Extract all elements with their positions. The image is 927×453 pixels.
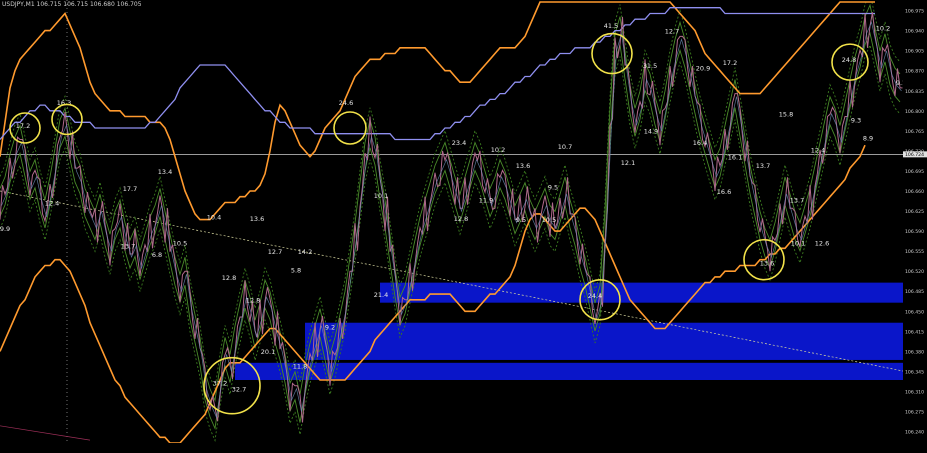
annotation-label: 9.5: [548, 183, 558, 191]
annotation-label: 12.7: [665, 28, 679, 36]
y-tick-label: 106.835: [905, 89, 924, 95]
y-tick-label: 106.625: [905, 209, 924, 215]
annotation-label: 13.6: [760, 259, 774, 267]
support-zone-2: [235, 362, 905, 380]
y-tick-label: 106.870: [905, 69, 924, 75]
annotation-label: 13.7: [790, 196, 804, 204]
annotation-label: 20.9: [696, 65, 710, 73]
annotation-label: 10.5: [173, 239, 187, 247]
annotation-label: 10.2: [876, 25, 890, 33]
y-tick-label: 106.940: [905, 29, 924, 35]
annotation-label: 13.4: [158, 168, 172, 176]
annotation-label: 31.5: [643, 62, 657, 70]
annotation-label: 16.4: [693, 139, 707, 147]
y-tick-label: 106.800: [905, 109, 924, 115]
y-tick-label: 106.485: [905, 289, 924, 295]
chart-window: 17.2 16.3 24.6 41.5 31.5 12.7 20.9 17.2 24.8 10.2…: [0, 0, 927, 453]
y-tick-label: 106.765: [905, 129, 924, 135]
annotation-label: 12.7: [268, 248, 282, 256]
annotation-label: 11.9: [479, 196, 493, 204]
annotation-label: 13.7: [121, 242, 135, 250]
time-axis: [0, 443, 927, 453]
annotation-label: 41.5: [604, 22, 618, 30]
annotation-label: 24.4: [588, 292, 602, 300]
annotation-label: 10.1: [791, 239, 805, 247]
y-tick-label: 106.905: [905, 49, 924, 55]
y-tick-label: 106.275: [905, 410, 924, 416]
zones-layer: [235, 282, 905, 380]
y-tick-label: 106.695: [905, 169, 924, 175]
annotation-label: 9.2: [325, 324, 335, 332]
annotation-label: 23.4: [452, 139, 466, 147]
annotation-label: 12.1: [621, 159, 635, 167]
annotation-label: 16.1: [728, 154, 742, 162]
annotation-label: 13.6: [516, 162, 530, 170]
annotation-label: 10.2: [491, 146, 505, 154]
annotation-label: 9.5: [516, 216, 526, 224]
annotation-label: 5.8: [291, 266, 301, 274]
annotation-label: 13.6: [250, 215, 264, 223]
annotation-label: 15.8: [779, 111, 793, 119]
annotation-label: 21.4: [374, 291, 388, 299]
annotation-label: 20.1: [261, 348, 275, 356]
y-tick-label: 106.450: [905, 309, 924, 315]
annotation-label: 12.8: [222, 274, 236, 282]
y-tick-label: 106.380: [905, 349, 924, 355]
annotation-label: 6.8: [152, 251, 162, 259]
annotation-label: 32.7: [232, 385, 246, 393]
annotation-label: 37.2: [213, 380, 227, 388]
annotation-label: 12.6: [815, 239, 829, 247]
annotation-label: 10.1: [374, 192, 388, 200]
current-price-label: 106.724: [905, 152, 924, 158]
annotation-label: 14.9: [644, 128, 658, 136]
y-tick-label: 106.345: [905, 369, 924, 375]
annotation-label: 12.8: [246, 297, 260, 305]
annotation-label: 24.8: [842, 56, 856, 64]
y-tick-label: 106.555: [905, 249, 924, 255]
annotation-label: 17.2: [16, 122, 30, 130]
y-tick-label: 106.415: [905, 329, 924, 335]
moving-average-line: [0, 7, 875, 141]
price-line: [0, 12, 903, 423]
price-axis-ticks: 106.975 106.940 106.905 106.870 106.835 106.8…: [903, 9, 927, 436]
y-tick-label: 106.310: [905, 389, 924, 395]
annotation-label: 11.8: [293, 363, 307, 371]
price-axis: 106.975 106.940 106.905 106.870 106.835 106.8…: [903, 0, 927, 453]
price-chart: 17.216.3 24.641.531.512.720.917.2 24.810.2…: [0, 0, 906, 444]
annotation-label: 17.7: [123, 185, 137, 193]
annotation-label: 24.6: [339, 99, 353, 107]
annotation-label: 16.6: [717, 188, 731, 196]
annotation-label: 12.8: [454, 215, 468, 223]
annotation-label: 10.7: [558, 143, 572, 151]
annotation-label: 13.7: [756, 162, 770, 170]
y-tick-label: 106.520: [905, 269, 924, 275]
y-tick-label: 106.240: [905, 430, 924, 436]
annotation-label: 12.4: [45, 199, 59, 207]
annotation-label: 10.5: [542, 216, 556, 224]
y-tick-label: 106.590: [905, 229, 924, 235]
annotation-label: 8.9: [863, 135, 873, 143]
highlight-circle-2: [333, 111, 367, 145]
annotation-label: 12.4: [811, 147, 825, 155]
annotation-label: 9.3: [851, 116, 861, 124]
annotation-label: 9.9: [0, 225, 10, 233]
support-zone-1: [305, 322, 905, 360]
annotation-label: 14.2: [298, 248, 312, 256]
symbol-header: USDJPY,M1 106.715 106.715 106.680 106.70…: [2, 1, 142, 8]
annotation-label: 17.2: [723, 59, 737, 67]
y-tick-label: 106.660: [905, 189, 924, 195]
annotation-label: 10.4: [207, 214, 221, 222]
support-zone-0: [380, 282, 905, 303]
y-tick-label: 106.975: [905, 9, 924, 15]
trend-line-1: [0, 425, 91, 441]
